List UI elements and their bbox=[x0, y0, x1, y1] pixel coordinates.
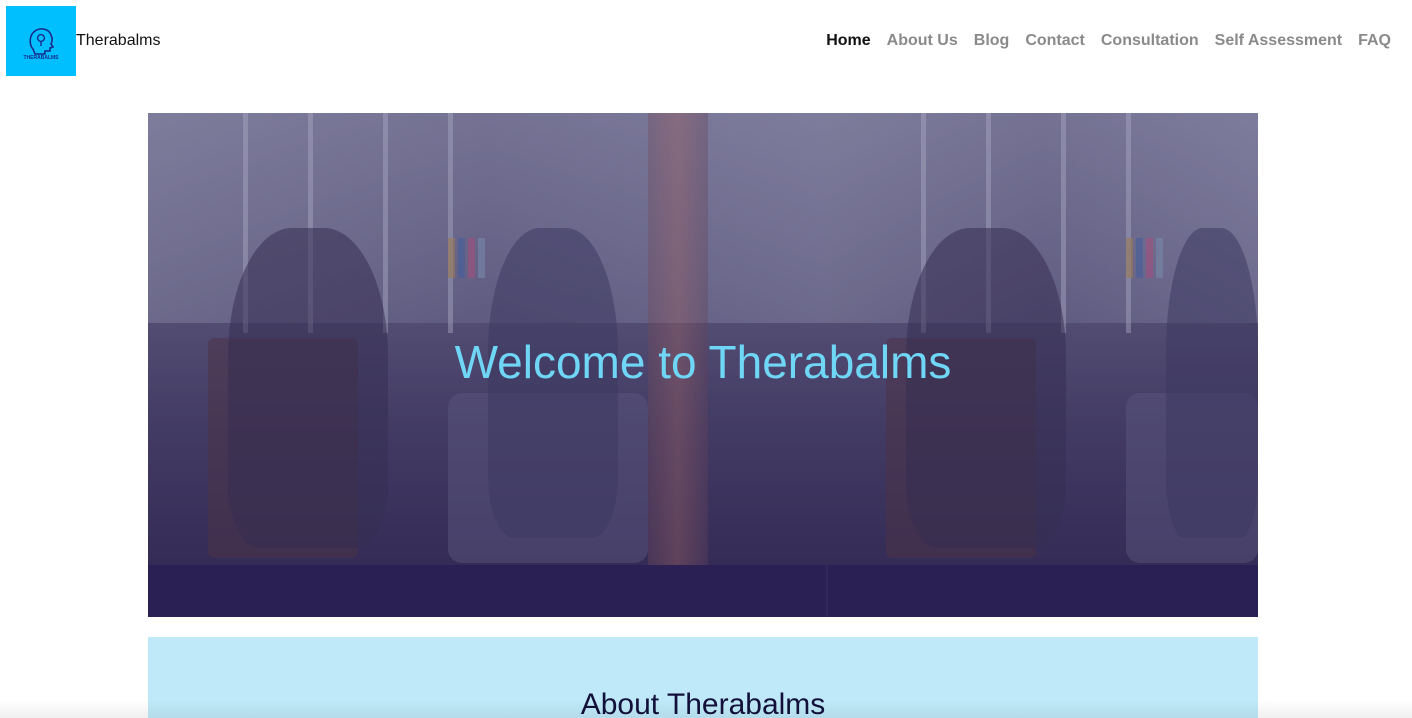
main-nav: Home About Us Blog Contact Consultation … bbox=[826, 30, 1391, 52]
site-header: THERABALMS Therabalms Home About Us Blog… bbox=[0, 0, 1412, 90]
page: THERABALMS Therabalms Home About Us Blog… bbox=[0, 0, 1412, 718]
brand-logo-link[interactable]: THERABALMS Therabalms bbox=[6, 6, 160, 76]
nav-about-us[interactable]: About Us bbox=[887, 30, 958, 52]
nav-home[interactable]: Home bbox=[826, 30, 870, 52]
nav-consultation[interactable]: Consultation bbox=[1101, 30, 1199, 52]
nav-faq[interactable]: FAQ bbox=[1358, 30, 1391, 52]
about-title: About Therabalms bbox=[580, 688, 826, 718]
about-section: About Therabalms bbox=[148, 637, 1258, 718]
brand-name: Therabalms bbox=[76, 31, 161, 49]
logo-text: THERABALMS bbox=[23, 55, 59, 61]
nav-self-assessment[interactable]: Self Assessment bbox=[1215, 30, 1342, 52]
nav-blog[interactable]: Blog bbox=[974, 30, 1010, 52]
nav-contact[interactable]: Contact bbox=[1025, 30, 1085, 52]
logo: THERABALMS bbox=[6, 6, 76, 76]
hero-title: Welcome to Therabalms bbox=[454, 336, 952, 388]
hero-banner: Welcome to Therabalms bbox=[148, 113, 1258, 617]
